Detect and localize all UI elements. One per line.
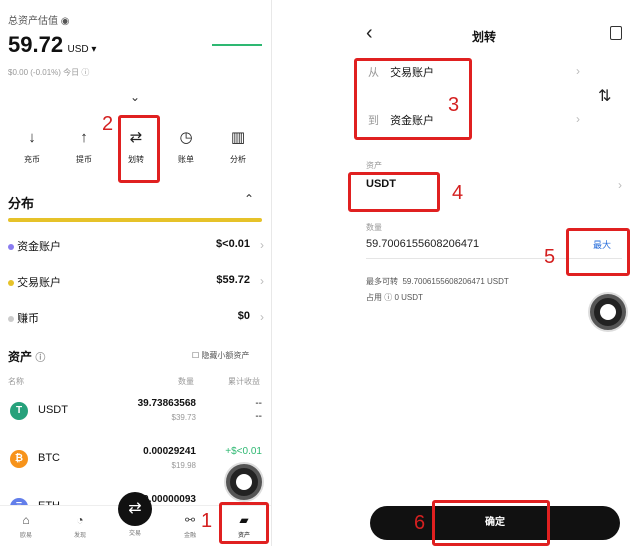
checkbox-icon: ☐ xyxy=(192,351,200,360)
bill-button[interactable]: ◷ 账单 xyxy=(166,128,206,165)
annotation-number-4: 4 xyxy=(452,182,464,204)
usdt-icon: T xyxy=(10,402,28,420)
transfer-button[interactable]: ⇄ 划转 xyxy=(116,128,156,165)
funding-dot xyxy=(8,244,14,250)
confirm-button[interactable]: 确定 xyxy=(370,506,620,540)
asset-overview-screen: 总资产估值 ◉ 59.72 USD ▾ $0.00 (-0.01%) 今日 ⓘ … xyxy=(0,0,272,546)
col-pnl: 累计收益 xyxy=(228,377,260,386)
chevron-right-icon: › xyxy=(576,64,580,78)
to-account-row[interactable]: 到 资金账户 › xyxy=(368,112,580,132)
chevron-up-icon[interactable]: ⌃ xyxy=(244,192,254,206)
to-account-value: 资金账户 xyxy=(390,115,435,127)
annotation-number-3: 3 xyxy=(448,94,460,116)
chevron-right-icon: › xyxy=(260,274,264,288)
col-name: 名称 xyxy=(8,377,24,386)
total-assets: 59.72 USD ▾ xyxy=(8,32,96,58)
annotation-number-1: 1 xyxy=(201,510,213,532)
page-title: 划转 xyxy=(471,30,496,44)
eye-icon[interactable]: ◉ xyxy=(61,16,70,27)
nav-trade-icon[interactable]: ⇄ xyxy=(118,492,152,526)
total-assets-label: 总资产估值 ◉ xyxy=(8,16,70,27)
total-value: 59.72 xyxy=(8,32,64,57)
btc-icon: ₿ xyxy=(10,450,28,468)
chevron-right-icon: › xyxy=(576,112,580,126)
max-button[interactable]: 最大 xyxy=(593,238,611,251)
withdraw-button[interactable]: ↑ 提币 xyxy=(64,128,104,165)
distribution-row-trading[interactable]: 交易账户 $59.72 › xyxy=(8,274,264,292)
asset-select[interactable]: USDT › xyxy=(366,178,622,196)
distribution-row-funding[interactable]: 资金账户 $<0.01 › xyxy=(8,238,264,256)
info-icon[interactable]: ⓘ xyxy=(384,293,392,302)
transfer-icon: ⇄ xyxy=(129,129,143,146)
nav-assets[interactable]: ▰ 资产 xyxy=(228,512,260,539)
bill-icon: ◷ xyxy=(179,129,193,146)
occupied-amount: 占用 ⓘ 0 USDT xyxy=(366,293,423,302)
info-icon[interactable]: ⓘ xyxy=(35,353,45,364)
assets-title: 资产 ⓘ xyxy=(8,350,46,364)
analysis-button[interactable]: ▥ 分析 xyxy=(218,128,258,165)
swap-icon[interactable]: ⇅ xyxy=(598,86,611,106)
deposit-button[interactable]: ↓ 充币 xyxy=(12,128,52,165)
quantity-input[interactable]: 59.7006155608206471 xyxy=(366,238,590,256)
chevron-right-icon: › xyxy=(260,310,264,324)
distribution-title: 分布 xyxy=(8,196,35,211)
chevron-right-icon: › xyxy=(618,178,622,192)
from-account-row[interactable]: 从 交易账户 › xyxy=(368,64,580,84)
quantity-label: 数量 xyxy=(366,223,382,232)
asset-row-usdt[interactable]: T USDT 39.73863568 $39.73 -- -- xyxy=(8,398,264,428)
nav-home[interactable]: ⌂ 欧易 xyxy=(10,512,42,539)
asset-row-btc[interactable]: ₿ BTC 0.00029241 $19.98 +$<0.01 xyxy=(8,446,264,476)
chevron-right-icon: › xyxy=(260,238,264,252)
withdraw-icon: ↑ xyxy=(80,129,88,146)
input-divider xyxy=(366,258,622,259)
distribution-row-earn[interactable]: 赚币 $0 › xyxy=(8,310,264,328)
wallet-icon: ▰ xyxy=(239,513,249,527)
asset-label: 资产 xyxy=(366,161,382,170)
annotation-number-2: 2 xyxy=(102,113,114,135)
records-icon[interactable] xyxy=(610,26,622,40)
floating-assistive-ball[interactable] xyxy=(226,464,262,500)
transfer-screen: ‹ 划转 从 交易账户 › 到 资金账户 › ⇅ 资产 USDT › 数量 59… xyxy=(336,0,632,546)
annotation-number-5: 5 xyxy=(544,246,556,268)
col-qty: 数量 xyxy=(178,377,194,386)
discover-icon: ◔ xyxy=(76,513,84,527)
from-account-value: 交易账户 xyxy=(390,67,435,79)
analysis-icon: ▥ xyxy=(230,129,246,146)
distribution-bar xyxy=(8,218,262,222)
chevron-down-icon[interactable]: ⌄ xyxy=(130,90,140,104)
nav-discover[interactable]: ◔ 发现 xyxy=(64,512,96,539)
deposit-icon: ↓ xyxy=(28,129,36,146)
home-icon: ⌂ xyxy=(22,513,30,527)
earn-dot xyxy=(8,316,14,322)
floating-assistive-ball[interactable] xyxy=(590,294,626,330)
annotation-number-6: 6 xyxy=(414,512,426,534)
sparkline xyxy=(212,44,262,46)
trading-dot xyxy=(8,280,14,286)
currency-select[interactable]: USD ▾ xyxy=(68,44,97,55)
nav-trade-label: 交易 xyxy=(128,531,141,537)
info-icon[interactable]: ⓘ xyxy=(81,68,89,77)
available-amount: 最多可转 59.7006155608206471 USDT xyxy=(366,277,509,286)
hide-small-toggle[interactable]: ☐ 隐藏小额资产 xyxy=(192,350,249,361)
daily-change: $0.00 (-0.01%) 今日 ⓘ xyxy=(8,68,90,77)
